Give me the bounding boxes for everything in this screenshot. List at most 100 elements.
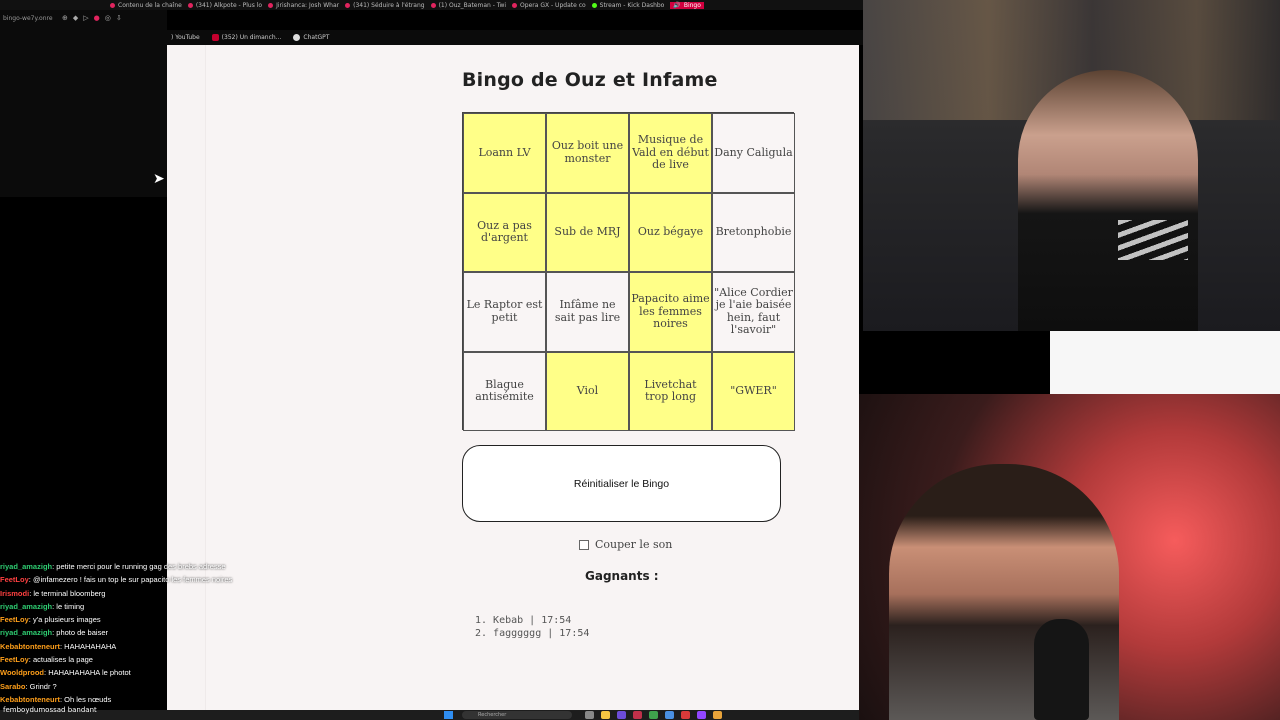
browser-tab[interactable]: (341) Séduire à l'étrang [345, 2, 425, 9]
chat-username[interactable]: riyad_amazigh [0, 628, 52, 637]
bingo-cell[interactable]: Infâme ne sait pas lire [546, 272, 629, 352]
webcam-streamer-2 [859, 394, 1280, 720]
microphone [1034, 619, 1089, 720]
browser-tab[interactable]: Opera GX - Update co [512, 2, 586, 9]
page-title: Bingo de Ouz et Infame [462, 69, 718, 91]
address-bar-controls: ⊕◆▷●◎⇩ [62, 14, 127, 22]
mute-checkbox[interactable] [579, 539, 589, 550]
chrome-icon[interactable] [713, 711, 722, 719]
opera-icon [512, 2, 518, 8]
webcam-streamer-1 [863, 0, 1280, 331]
chat-username[interactable]: Kebabtonteneurt [0, 642, 60, 651]
youtube-icon [268, 2, 274, 8]
mute-sound-toggle[interactable]: Couper le son [579, 538, 672, 551]
taskbar: femboydumossad bandant Rechercher [0, 706, 859, 720]
play-icon[interactable]: ▷ [83, 14, 93, 22]
bookmark-video[interactable]: (352) Un dimanch... [211, 34, 281, 41]
browser-tab[interactable]: Stream - Kick Dashbo [591, 2, 664, 9]
download-icon[interactable]: ⇩ [116, 14, 127, 22]
chat-message: riyad_amazigh: le timing [0, 600, 300, 613]
chat-username[interactable]: riyad_amazigh [0, 602, 52, 611]
youtube-studio-icon [110, 2, 115, 8]
bingo-cell[interactable]: Ouz boit une monster [546, 113, 629, 193]
chat-message: FeetLoy: @infamezero ! fais un top le su… [0, 573, 300, 586]
address-bar[interactable]: bingo-we7y.onre [3, 15, 53, 22]
chat-text: Oh les nœuds [64, 694, 112, 704]
browser-tab[interactable]: Jirishanca: Josh Whar [268, 2, 339, 9]
bingo-cell[interactable]: Sub de MRJ [546, 192, 629, 272]
bingo-cell[interactable]: "Alice Cordier je l'aie baisée hein, fau… [712, 272, 795, 352]
windows-start-icon[interactable] [444, 711, 453, 719]
chat-message: FeetLoy: actualises la page [0, 653, 300, 666]
bingo-cell[interactable]: Viol [546, 351, 629, 431]
chat-username[interactable]: FeetLoy [0, 615, 29, 624]
chat-username[interactable]: FeetLoy [0, 655, 29, 664]
chat-text: HAHAHAHAHA le photot [48, 668, 131, 678]
chat-username[interactable]: Sarabo [0, 682, 25, 691]
bingo-cell[interactable]: Papacito aime les femmes noires [629, 272, 712, 352]
bingo-grid: Loann LV Ouz boit une monster Musique de V… [462, 112, 795, 431]
opera-gx-icon[interactable] [633, 711, 642, 719]
app-icon[interactable] [649, 711, 658, 719]
bookmark-youtube[interactable]: ) YouTube [171, 34, 200, 41]
browser-tab-active[interactable]: 🔊 Bingo [670, 1, 704, 9]
bingo-cell[interactable]: Musique de Vald en début de live [629, 113, 712, 193]
chat-message: riyad_amazigh: petite merci pour le runn… [0, 560, 300, 573]
winners-list: 1. Kebab | 17:54 2. fagggggg | 17:54 [475, 615, 589, 640]
mouse-cursor-icon: ➤ [153, 171, 165, 187]
chat-message: Kebabtonteneurt: HAHAHAHAHA [0, 640, 300, 653]
jacket-stripes [1118, 220, 1188, 260]
chat-message: riyad_amazigh: photo de baiser [0, 626, 300, 639]
record-icon[interactable]: ● [94, 14, 105, 22]
chat-username[interactable]: Kebabtonteneurt [0, 695, 60, 704]
bingo-cell[interactable]: Ouz bégaye [629, 192, 712, 272]
zoom-icon[interactable]: ⊕ [62, 14, 73, 22]
browser-tab[interactable]: Contenu de la chaîne [110, 2, 182, 9]
taskbar-search[interactable]: Rechercher [462, 711, 572, 719]
chat-username[interactable]: Irismodi [0, 589, 29, 598]
streamer-1 [1018, 70, 1198, 331]
stream-chat-overlay: riyad_amazigh: petite merci pour le runn… [0, 560, 300, 706]
speaker-icon: 🔊 [673, 1, 681, 9]
chat-text: HAHAHAHAHA [64, 641, 117, 651]
overlay-panel [1050, 331, 1280, 394]
chat-username[interactable]: Wooldprood [0, 668, 44, 677]
twitch-icon[interactable] [697, 711, 706, 719]
chat-text: petite merci pour le running gag des bre… [56, 562, 226, 571]
reset-bingo-button[interactable]: Réinitialiser le Bingo [462, 445, 781, 522]
bingo-cell[interactable]: Dany Caligula [712, 113, 795, 193]
bingo-cell[interactable]: Loann LV [463, 113, 546, 193]
obs-icon[interactable] [681, 711, 690, 719]
bookmarks-bar: ) YouTube (352) Un dimanch... ChatGPT [167, 30, 863, 45]
bingo-cell[interactable]: Le Raptor est petit [463, 272, 546, 352]
bookmark-chatgpt[interactable]: ChatGPT [293, 34, 329, 41]
app-icon[interactable] [617, 711, 626, 719]
chat-message: Sarabo: Grindr ? [0, 680, 300, 693]
screenshot-icon[interactable]: ◎ [105, 14, 116, 22]
bingo-cell[interactable]: Blague antisémite [463, 351, 546, 431]
bingo-cell[interactable]: Livetchat trop long [629, 351, 712, 431]
bingo-cell[interactable]: Ouz a pas d'argent [463, 192, 546, 272]
shield-icon[interactable]: ◆ [73, 14, 83, 22]
file-explorer-icon[interactable] [601, 711, 610, 719]
chat-username[interactable]: FeetLoy [0, 575, 29, 584]
youtube-icon [345, 2, 351, 8]
chatgpt-icon [293, 34, 301, 41]
winner-item: 2. fagggggg | 17:54 [475, 627, 590, 639]
youtube-icon [187, 2, 193, 8]
browser-tab-strip: Contenu de la chaîne (341) Alkpote - Plu… [0, 0, 863, 10]
chat-username[interactable]: riyad_amazigh [0, 562, 52, 571]
browser-tab[interactable]: (1) Ouz_Bateman - Twi [430, 2, 506, 9]
app-icon[interactable] [665, 711, 674, 719]
kick-icon [591, 2, 597, 8]
winners-title: Gagnants : [585, 569, 659, 583]
task-view-icon[interactable] [585, 711, 594, 719]
chat-text: y'a plusieurs images [32, 615, 101, 625]
bingo-cell[interactable]: "GWER" [712, 351, 795, 431]
chat-text: Grindr ? [29, 681, 57, 691]
youtube-icon [211, 34, 219, 41]
mute-label: Couper le son [595, 538, 673, 551]
chat-message: Irismodi: le terminal bloomberg [0, 587, 300, 600]
browser-tab[interactable]: (341) Alkpote - Plus lo [187, 2, 262, 9]
bingo-cell[interactable]: Bretonphobie [712, 192, 795, 272]
